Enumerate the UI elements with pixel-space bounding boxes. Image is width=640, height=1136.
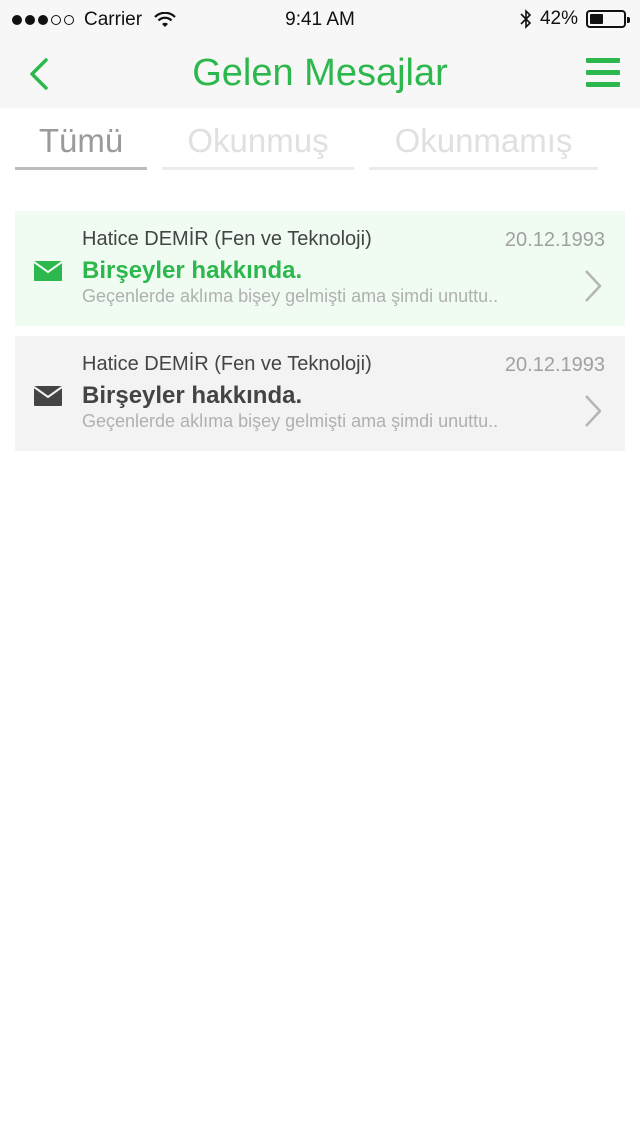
envelope-icon <box>34 386 62 406</box>
message-item[interactable]: Hatice DEMİR (Fen ve Teknoloji) 20.12.19… <box>15 336 625 451</box>
tab-label: Okunmuş <box>187 122 329 159</box>
message-preview: Geçenlerde aklıma bişey gelmişti ama şim… <box>82 286 499 306</box>
status-right: 42% <box>520 8 630 30</box>
tab-underline <box>15 167 147 170</box>
tab-label: Okunmamış <box>394 122 573 159</box>
filter-tabs: Tümü Okunmuş Okunmamış <box>0 108 640 178</box>
chevron-right-icon <box>585 270 602 302</box>
menu-button[interactable] <box>586 58 620 88</box>
bluetooth-icon <box>520 9 532 29</box>
message-subject: Birşeyler hakkında. <box>82 382 303 409</box>
tab-read[interactable]: Okunmuş <box>162 122 354 178</box>
tab-all[interactable]: Tümü <box>15 122 147 178</box>
tab-unread[interactable]: Okunmamış <box>369 122 598 178</box>
tab-underline <box>162 167 354 170</box>
tab-underline <box>369 167 598 170</box>
tab-label: Tümü <box>38 122 124 159</box>
message-date: 20.12.1993 <box>504 354 605 376</box>
hamburger-menu-icon <box>586 58 620 87</box>
battery-icon <box>586 10 630 28</box>
message-subject: Birşeyler hakkında. <box>82 257 303 284</box>
page-title: Gelen Mesajlar <box>192 52 448 94</box>
navigation-bar: Gelen Mesajlar <box>0 40 640 108</box>
battery-level-fill <box>590 14 604 24</box>
chevron-right-icon <box>585 395 602 427</box>
status-bar: Carrier 9:41 AM 42% <box>0 0 640 40</box>
message-sender: Hatice DEMİR (Fen ve Teknoloji) <box>82 353 372 375</box>
message-date: 20.12.1993 <box>504 229 605 251</box>
battery-percent: 42% <box>539 8 578 29</box>
envelope-icon <box>34 261 62 281</box>
message-sender: Hatice DEMİR (Fen ve Teknoloji) <box>82 228 372 250</box>
message-list: Hatice DEMİR (Fen ve Teknoloji) 20.12.19… <box>15 211 625 461</box>
message-item[interactable]: Hatice DEMİR (Fen ve Teknoloji) 20.12.19… <box>15 211 625 326</box>
message-preview: Geçenlerde aklıma bişey gelmişti ama şim… <box>82 411 499 431</box>
